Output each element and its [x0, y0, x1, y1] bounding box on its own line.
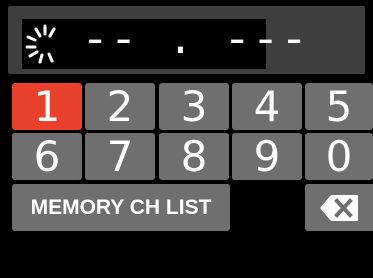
- frequency-entry-screen: -- . --- 1 2 3 4 5 6 7 8 9 0 MEMORY CH L…: [0, 0, 373, 278]
- key-6[interactable]: 6: [12, 133, 82, 180]
- key-9[interactable]: 9: [232, 133, 302, 180]
- backspace-icon: [320, 195, 358, 221]
- key-8[interactable]: 8: [159, 133, 229, 180]
- key-0[interactable]: 0: [305, 133, 373, 180]
- memory-ch-list-button[interactable]: MEMORY CH LIST: [12, 184, 230, 231]
- key-5[interactable]: 5: [305, 83, 373, 130]
- key-4[interactable]: 4: [232, 83, 302, 130]
- backspace-button[interactable]: [305, 184, 373, 231]
- frequency-readout: -- . ---: [22, 19, 307, 70]
- key-1[interactable]: 1: [12, 83, 82, 130]
- busy-spinner-icon: [24, 23, 66, 70]
- key-3[interactable]: 3: [159, 83, 229, 130]
- frequency-display-panel: -- . ---: [8, 6, 365, 74]
- key-2[interactable]: 2: [85, 83, 155, 130]
- key-7[interactable]: 7: [85, 133, 155, 180]
- frequency-value: -- . ---: [82, 17, 310, 67]
